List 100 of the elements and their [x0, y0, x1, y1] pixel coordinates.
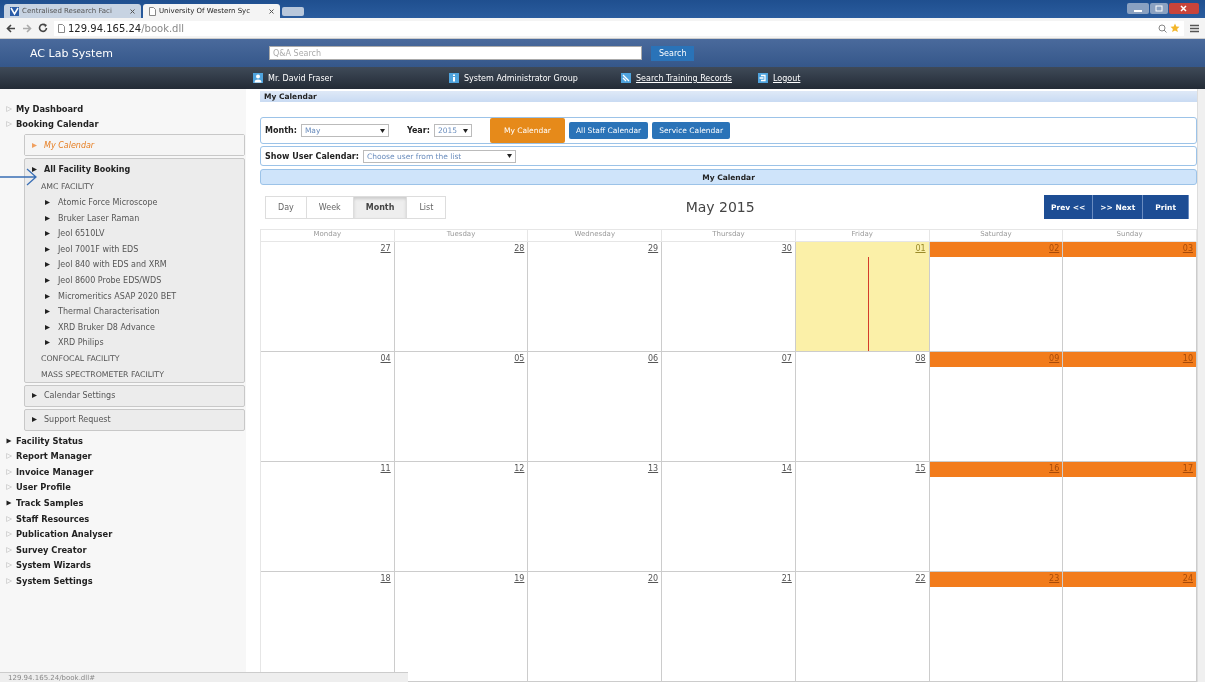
search-field[interactable]: Q&A Search: [269, 46, 642, 60]
instrument-item[interactable]: Jeol 7001F with EDS: [25, 241, 244, 258]
expand-icon: [45, 324, 50, 330]
sidebar-item[interactable]: Track Samples: [0, 495, 246, 511]
view-tab[interactable]: Month: [352, 195, 408, 219]
instrument-item[interactable]: Jeol 840 with EDS and XRM: [25, 257, 244, 273]
minimize-icon[interactable]: [1127, 3, 1149, 14]
dropdown-icon: [506, 154, 512, 159]
sidebar-item[interactable]: System Settings: [0, 573, 246, 589]
collapsed-icon: [6, 453, 12, 460]
instrument-item[interactable]: Jeol 8600 Probe EDS/WDS: [25, 272, 244, 289]
day-number[interactable]: 18: [261, 572, 394, 587]
scrollbar[interactable]: [1197, 89, 1205, 682]
expand-icon: [32, 142, 37, 148]
collapsed-icon: [6, 531, 12, 538]
maximize-icon[interactable]: [1150, 3, 1168, 14]
day-number[interactable]: 15: [795, 462, 929, 477]
day-number[interactable]: 19: [394, 572, 528, 587]
collapsed-icon: [6, 578, 12, 585]
close-icon[interactable]: [130, 8, 135, 14]
expand-icon: [32, 166, 37, 172]
expand-icon: [45, 246, 50, 252]
sidebar-item[interactable]: User Profile: [0, 479, 246, 496]
expand-icon: [6, 500, 12, 507]
collapsed-icon: [6, 562, 12, 569]
sidebar-item[interactable]: Facility Status: [0, 432, 246, 449]
reload-icon[interactable]: [38, 23, 48, 33]
sidebar-item[interactable]: Report Manager: [0, 448, 246, 465]
search-button[interactable]: Search: [651, 45, 695, 61]
day-number[interactable]: 05: [394, 352, 528, 367]
sidebar-item[interactable]: Publication Analyser: [0, 526, 246, 543]
sidebar-item[interactable]: Invoice Manager: [0, 464, 246, 480]
day-number[interactable]: 08: [795, 352, 929, 367]
day-number[interactable]: 21: [662, 572, 795, 587]
sidebar-item[interactable]: Survey Creator: [0, 542, 246, 558]
field-label: Show User Calendar:: [265, 151, 359, 161]
close-icon[interactable]: [1169, 3, 1199, 14]
day-number[interactable]: 28: [394, 242, 528, 257]
zoom-icon[interactable]: [1158, 23, 1167, 33]
view-tab[interactable]: List: [406, 195, 447, 219]
instrument-item[interactable]: XRD Philips: [25, 335, 244, 351]
sidebar-item[interactable]: System Wizards: [0, 557, 246, 574]
collapsed-icon: [6, 484, 12, 491]
expand-icon: [32, 417, 37, 423]
forward-icon[interactable]: [22, 23, 32, 33]
expand-icon: [45, 262, 50, 268]
sidebar-panel-item[interactable]: Support Request: [25, 409, 244, 430]
expand-icon: [45, 215, 50, 221]
collapsed-icon: [6, 468, 12, 475]
close-icon[interactable]: [269, 8, 274, 14]
instrument-item[interactable]: XRD Bruker D8 Advance: [25, 319, 244, 336]
user-icon: [253, 73, 263, 83]
day-number[interactable]: 04: [261, 352, 394, 367]
page-icon: [149, 6, 156, 16]
day-number[interactable]: 07: [662, 352, 795, 367]
page-icon: [58, 23, 65, 33]
sidebar-item[interactable]: Booking Calendar: [0, 116, 246, 133]
day-number[interactable]: 22: [795, 572, 929, 587]
field-label: Month:: [265, 126, 297, 136]
day-number[interactable]: 12: [394, 462, 528, 477]
dropdown-icon: [462, 128, 468, 133]
day-number[interactable]: 20: [528, 572, 662, 587]
header-link[interactable]: Logout: [773, 73, 801, 83]
star-icon[interactable]: [1170, 23, 1180, 33]
day-number[interactable]: 13: [528, 462, 662, 477]
collapsed-icon: [6, 515, 12, 522]
day-number[interactable]: 06: [528, 352, 662, 367]
view-tab[interactable]: Week: [305, 195, 354, 219]
menu-icon[interactable]: [1190, 23, 1199, 33]
expand-icon: [45, 231, 50, 237]
instrument-item[interactable]: Micromeritics ASAP 2020 BET: [25, 288, 244, 304]
day-number[interactable]: 11: [261, 462, 394, 477]
pointer-arrow-icon: [0, 167, 38, 187]
expand-icon: [32, 393, 37, 399]
collapsed-icon: [6, 546, 12, 553]
instrument-item[interactable]: Atomic Force Microscope: [25, 194, 244, 211]
header-link[interactable]: Search Training Records: [636, 73, 732, 83]
day-number[interactable]: 27: [261, 242, 394, 257]
sidebar-item[interactable]: Staff Resources: [0, 510, 246, 527]
dropdown-icon: [379, 128, 385, 133]
instrument-item[interactable]: Jeol 6510LV: [25, 225, 244, 242]
expand-icon: [45, 309, 50, 315]
collapsed-icon: [6, 121, 12, 128]
address-field[interactable]: 129.94.165.24/book.dll: [68, 22, 184, 34]
sidebar-panel-item[interactable]: Calendar Settings: [25, 385, 244, 406]
back-icon[interactable]: [6, 23, 16, 33]
view-tab[interactable]: Day: [265, 195, 307, 219]
expand-icon: [45, 293, 50, 299]
sidebar-panel-item[interactable]: All Facility Booking: [25, 159, 244, 180]
day-number[interactable]: 29: [528, 242, 662, 257]
day-number[interactable]: 30: [662, 242, 795, 257]
sidebar-item[interactable]: My Dashboard: [0, 101, 246, 117]
header-label: System Administrator Group: [464, 73, 578, 83]
instrument-item[interactable]: Bruker Laser Raman: [25, 210, 244, 226]
collapsed-icon: [6, 105, 12, 112]
expand-icon: [45, 278, 50, 284]
field-label: Year:: [406, 126, 430, 136]
instrument-item[interactable]: Thermal Characterisation: [25, 303, 244, 320]
day-number[interactable]: 14: [662, 462, 795, 477]
info-icon: [449, 73, 459, 83]
